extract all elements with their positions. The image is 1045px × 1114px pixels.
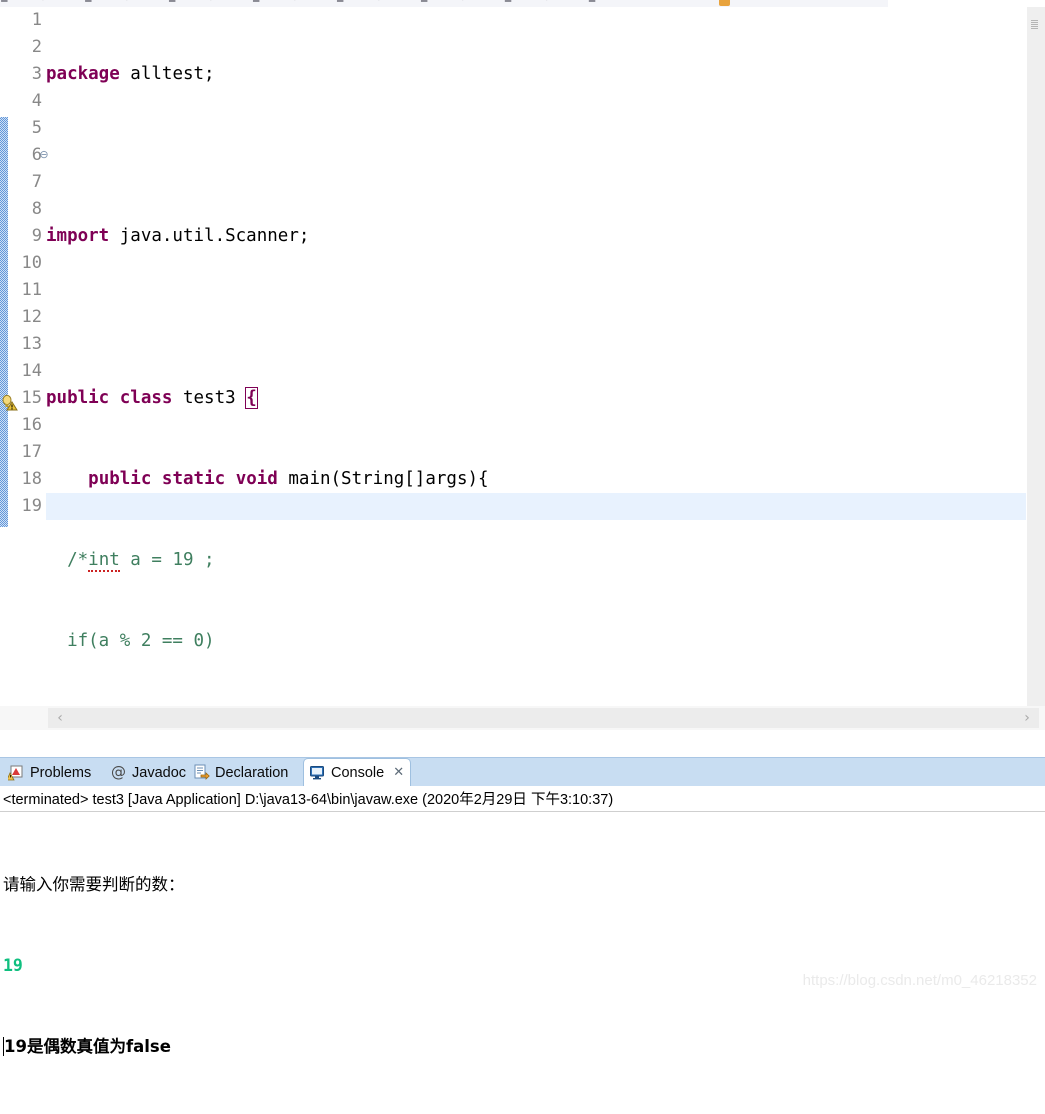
vertical-scrollbar-thumb[interactable] <box>1028 7 1044 17</box>
console-line-with-caret: 19是偶数真值为false <box>3 1033 1043 1060</box>
line-number: 16 <box>21 415 42 435</box>
declaration-icon <box>193 764 210 781</box>
tab-declaration-label: Declaration <box>215 764 289 781</box>
tab-javadoc[interactable]: @ Javadoc <box>104 758 193 787</box>
overview-ruler-mark[interactable] <box>1031 20 1038 29</box>
code-line-8[interactable]: if(a % 2 == 0) <box>46 628 646 655</box>
line-number: 7 <box>31 172 42 192</box>
line-number: 3 <box>31 64 42 84</box>
line-number: 11 <box>21 280 42 300</box>
line-number: 17 <box>21 442 42 462</box>
code-canvas[interactable]: package alltest; import java.util.Scanne… <box>46 7 1027 730</box>
problems-icon <box>6 764 25 781</box>
code-line-7[interactable]: /*int a = 19 ; <box>46 547 646 574</box>
code-line-6[interactable]: public static void main(String[]args){ <box>46 466 646 493</box>
line-number: 5 <box>31 118 42 138</box>
watermark: https://blog.csdn.net/m0_46218352 <box>802 972 1037 989</box>
toolbar-strip[interactable]: ▪ ⌐ ▪ ⌐ ▪ ⌐ ▪ ⌐ ▪ ⌐ ▪ ⌐ ▪ ⌐ ▪ <box>0 0 888 7</box>
console-launch-text: <terminated> test3 [Java Application] D:… <box>3 792 614 808</box>
code-line-4[interactable] <box>46 304 646 331</box>
console-icon <box>309 764 326 781</box>
eclipse-window: ▪ ⌐ ▪ ⌐ ▪ ⌐ ▪ ⌐ ▪ ⌐ ▪ ⌐ ▪ ⌐ ▪ package al… <box>0 0 1045 1056</box>
editor-horizontal-scrollbar[interactable]: ‹ › <box>0 706 1045 730</box>
source-code[interactable]: package alltest; import java.util.Scanne… <box>46 7 646 730</box>
line-number: 10 <box>21 253 42 273</box>
toolbar-run-icon[interactable] <box>719 0 730 6</box>
view-tab-bar: Problems @ Javadoc Declaration Console ✕ <box>0 757 1045 787</box>
console-view[interactable]: <terminated> test3 [Java Application] D:… <box>0 786 1045 1056</box>
scroll-left-arrow-icon[interactable]: ‹ <box>50 708 70 728</box>
toolbar-strip-filler <box>888 0 1045 7</box>
code-line-2[interactable] <box>46 142 646 169</box>
code-line-1[interactable]: package alltest; <box>46 61 646 88</box>
close-icon[interactable]: ✕ <box>393 765 404 780</box>
javadoc-icon: @ <box>111 763 126 781</box>
horizontal-scrollbar-track[interactable] <box>48 708 1039 728</box>
tab-problems[interactable]: Problems <box>2 758 98 787</box>
line-number: 6 <box>31 145 42 165</box>
bottom-view-stack: Problems @ Javadoc Declaration Console ✕… <box>0 757 1045 1056</box>
code-editor[interactable]: package alltest; import java.util.Scanne… <box>0 7 1045 730</box>
tab-console[interactable]: Console ✕ <box>303 758 412 787</box>
line-number: 14 <box>21 361 42 381</box>
line-number: 19 <box>21 496 42 516</box>
line-number: 12 <box>21 307 42 327</box>
line-number: 9 <box>31 226 42 246</box>
line-number: 4 <box>31 91 42 111</box>
scroll-right-arrow-icon[interactable]: › <box>1017 708 1037 728</box>
tab-declaration[interactable]: Declaration <box>187 758 295 787</box>
line-number-gutter: 1 2 3 4 5 6 ⊖ 7 8 9 10 11 12 13 14 15 16… <box>0 7 49 730</box>
code-line-5[interactable]: public class test3 { <box>46 385 646 412</box>
fold-collapse-icon[interactable]: ⊖ <box>38 142 50 169</box>
editor-vertical-scrollbar[interactable] <box>1026 7 1045 730</box>
console-output[interactable]: 请输入你需要判断的数： 19 19是偶数真值为false <box>3 817 1043 1114</box>
line-number: 15 <box>21 388 42 408</box>
line-number: 13 <box>21 334 42 354</box>
toolbar-ghost-icons: ▪ ⌐ ▪ ⌐ ▪ ⌐ ▪ ⌐ ▪ ⌐ ▪ ⌐ ▪ ⌐ ▪ <box>0 0 888 7</box>
tab-problems-label: Problems <box>30 764 92 781</box>
line-number: 18 <box>21 469 42 489</box>
line-number: 8 <box>31 199 42 219</box>
line-number: 1 <box>31 10 42 30</box>
tab-javadoc-label: Javadoc <box>132 764 187 781</box>
tab-console-label: Console <box>331 764 385 781</box>
code-line-3[interactable]: import java.util.Scanner; <box>46 223 646 250</box>
console-line-text: 19是偶数真值为false <box>4 1037 171 1056</box>
console-line: 请输入你需要判断的数： <box>3 875 185 894</box>
console-launch-header: <terminated> test3 [Java Application] D:… <box>0 786 1045 812</box>
line-number: 2 <box>31 37 42 57</box>
